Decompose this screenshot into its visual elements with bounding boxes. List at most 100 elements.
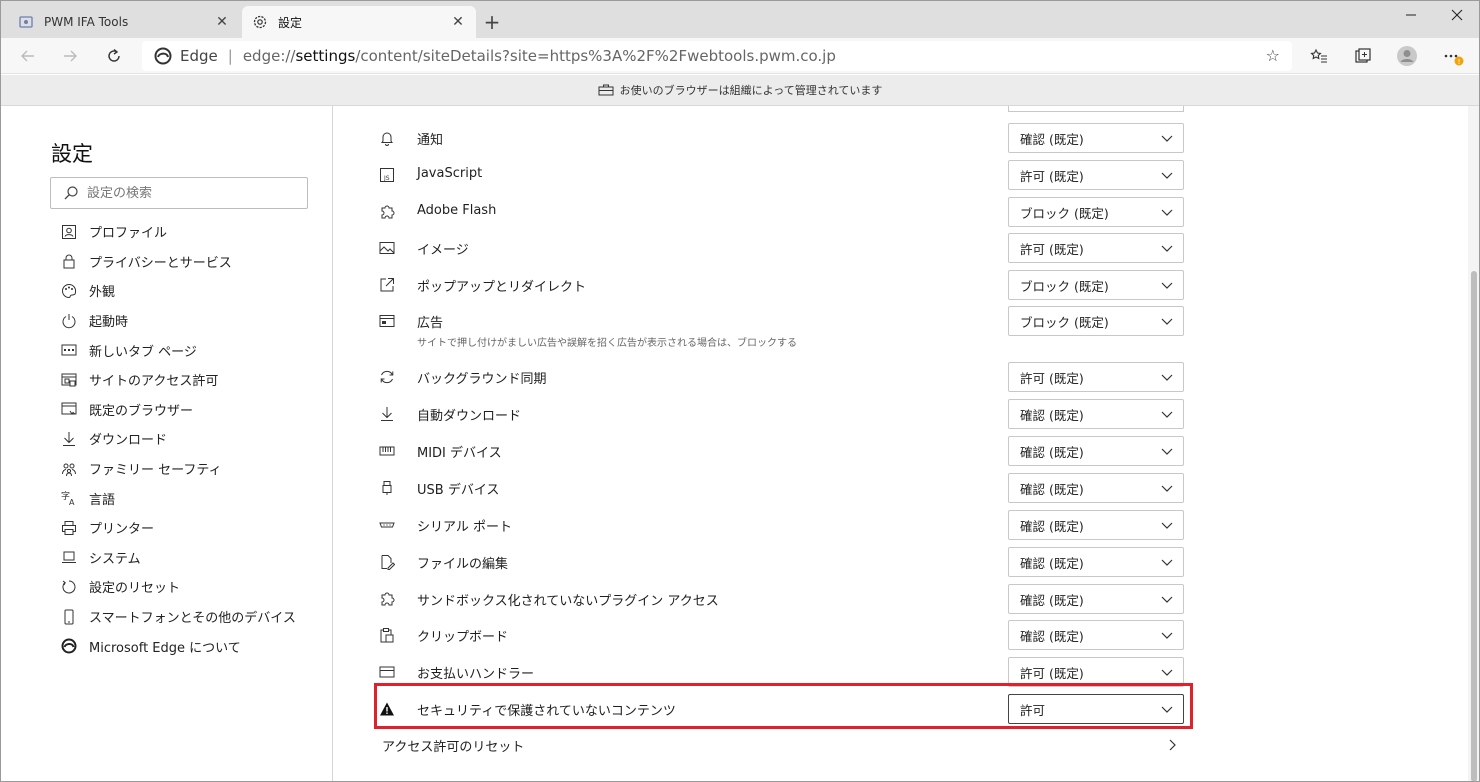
- permission-label: バックグラウンド同期: [417, 372, 547, 387]
- search-box[interactable]: [50, 177, 308, 209]
- page-title: 設定: [51, 142, 93, 166]
- sidebar-item-profile[interactable]: プロファイル: [60, 217, 296, 247]
- chevron-down-icon: [1161, 596, 1173, 603]
- permission-dropdown[interactable]: 確認 (既定): [1008, 584, 1184, 614]
- edge-icon: [60, 637, 78, 655]
- lock-icon: [60, 252, 78, 270]
- tab-pwm-ifa-tools[interactable]: PWM IFA Tools ✕: [8, 6, 240, 38]
- more-menu-icon[interactable]: !: [1440, 44, 1466, 68]
- managed-notice-text: お使いのブラウザーは組織によって管理されています: [619, 84, 883, 97]
- permission-label: イメージ: [417, 243, 469, 258]
- sidebar-item-phone-devices[interactable]: スマートフォンとその他のデバイス: [60, 602, 296, 632]
- chevron-down-icon: [1161, 318, 1173, 325]
- maximize-icon[interactable]: [1389, 0, 1435, 30]
- url-text: edge://settings/content/siteDetails?site…: [242, 47, 836, 65]
- add-favorite-star-icon[interactable]: ☆: [1266, 46, 1280, 65]
- tab-title: 設定: [278, 15, 303, 30]
- sidebar-item-appearance[interactable]: 外観: [60, 276, 296, 306]
- payment-icon: [378, 663, 396, 681]
- address-bar[interactable]: Edge | edge://settings/content/siteDetai…: [142, 41, 1292, 71]
- collections-icon[interactable]: [1350, 44, 1376, 68]
- site-favicon-icon: [18, 14, 34, 30]
- close-tab-icon[interactable]: ✕: [214, 14, 230, 30]
- chevron-down-icon: [1161, 485, 1173, 492]
- briefcase-icon: [598, 84, 614, 96]
- reset-icon: [60, 578, 78, 596]
- settings-sidebar: 設定 プロファイル プライバシーとサービス 外観 起動時 新しいタブ ページ サ…: [0, 106, 333, 782]
- sidebar-item-label: システム: [89, 551, 141, 567]
- sidebar-nav: プロファイル プライバシーとサービス 外観 起動時 新しいタブ ページ サイトの…: [60, 217, 296, 661]
- sidebar-item-printers[interactable]: プリンター: [60, 513, 296, 543]
- svg-text:A: A: [69, 498, 75, 506]
- permission-label: JavaScript: [417, 166, 483, 181]
- dropdown-value: 許可 (既定): [1020, 168, 1084, 184]
- phone-icon: [60, 608, 78, 626]
- new-tab-plus-icon[interactable]: +: [480, 8, 504, 36]
- sidebar-item-label: サイトのアクセス許可: [89, 374, 219, 390]
- permission-dropdown[interactable]: 確認 (既定): [1008, 123, 1184, 153]
- puzzle-icon: [378, 203, 396, 221]
- permission-dropdown[interactable]: 確認 (既定): [1008, 399, 1184, 429]
- avatar[interactable]: [1394, 44, 1420, 68]
- image-icon: [378, 239, 396, 257]
- chevron-down-icon: [1161, 135, 1173, 142]
- back-arrow-icon[interactable]: [14, 42, 42, 70]
- sidebar-item-languages[interactable]: 字A 言語: [60, 483, 296, 513]
- search-input[interactable]: [87, 185, 287, 201]
- site-permissions-panel: 通知 確認 (既定) JS JavaScript 許可 (既定) Adobe F…: [334, 106, 1468, 782]
- dropdown-value: 確認 (既定): [1020, 628, 1084, 644]
- permission-dropdown[interactable]: ブロック (既定): [1008, 197, 1184, 227]
- dropdown-value: ブロック (既定): [1020, 278, 1109, 294]
- sidebar-item-startup[interactable]: 起動時: [60, 306, 296, 336]
- midi-icon: [378, 442, 396, 460]
- palette-icon: [60, 282, 78, 300]
- forward-arrow-icon[interactable]: [56, 42, 84, 70]
- sidebar-item-privacy[interactable]: プライバシーとサービス: [60, 247, 296, 277]
- permission-dropdown[interactable]: 確認 (既定): [1008, 620, 1184, 650]
- tab-settings[interactable]: 設定 ✕: [242, 6, 476, 38]
- favorites-icon[interactable]: [1306, 44, 1332, 68]
- permission-dropdown[interactable]: 許可 (既定): [1008, 160, 1184, 190]
- scrollbar[interactable]: [1468, 106, 1480, 782]
- permission-dropdown[interactable]: 確認 (既定): [1008, 436, 1184, 466]
- close-window-icon[interactable]: [1434, 0, 1480, 30]
- refresh-icon[interactable]: [100, 42, 128, 70]
- sidebar-item-label: 外観: [89, 285, 116, 301]
- close-tab-icon[interactable]: ✕: [450, 14, 466, 30]
- permission-dropdown[interactable]: ブロック (既定): [1008, 270, 1184, 300]
- permission-label: 広告: [417, 316, 444, 331]
- permission-label: シリアル ポート: [417, 520, 513, 535]
- permission-label: サンドボックス化されていないプラグイン アクセス: [417, 594, 719, 609]
- dropdown-value: ブロック (既定): [1020, 205, 1109, 221]
- sidebar-item-system[interactable]: システム: [60, 543, 296, 573]
- search-icon: [64, 186, 78, 200]
- sidebar-item-family-safety[interactable]: ファミリー セーフティ: [60, 454, 296, 484]
- sidebar-item-label: 設定のリセット: [89, 581, 181, 597]
- permission-dropdown[interactable]: 確認 (既定): [1008, 510, 1184, 540]
- url-separator: |: [227, 47, 233, 65]
- sidebar-item-label: 新しいタブ ページ: [89, 344, 197, 360]
- dropdown-value: 許可 (既定): [1020, 370, 1084, 386]
- permission-dropdown[interactable]: 確認 (既定): [1008, 473, 1184, 503]
- reset-permissions-row[interactable]: アクセス許可のリセット: [382, 736, 1178, 756]
- permission-dropdown[interactable]: ブロック (既定): [1008, 306, 1184, 336]
- previous-select-edge: [1008, 106, 1184, 112]
- permission-dropdown[interactable]: 確認 (既定): [1008, 547, 1184, 577]
- sidebar-item-new-tab-page[interactable]: 新しいタブ ページ: [60, 335, 296, 365]
- dropdown-value: 確認 (既定): [1020, 444, 1084, 460]
- permission-dropdown[interactable]: 許可 (既定): [1008, 362, 1184, 392]
- sidebar-item-downloads[interactable]: ダウンロード: [60, 424, 296, 454]
- sidebar-item-site-permissions[interactable]: サイトのアクセス許可: [60, 365, 296, 395]
- permission-label: MIDI デバイス: [417, 446, 502, 461]
- scrollbar-thumb[interactable]: [1471, 271, 1477, 782]
- permission-dropdown[interactable]: 許可 (既定): [1008, 233, 1184, 263]
- family-icon: [60, 460, 78, 478]
- sidebar-item-label: ダウンロード: [89, 433, 168, 449]
- sidebar-item-about-edge[interactable]: Microsoft Edge について: [60, 631, 296, 661]
- sidebar-item-default-browser[interactable]: 既定のブラウザー: [60, 395, 296, 425]
- sidebar-item-reset-settings[interactable]: 設定のリセット: [60, 572, 296, 602]
- power-icon: [60, 312, 78, 330]
- dropdown-value: 確認 (既定): [1020, 131, 1084, 147]
- site-permissions-icon: [60, 371, 78, 389]
- dropdown-value: 許可 (既定): [1020, 665, 1084, 681]
